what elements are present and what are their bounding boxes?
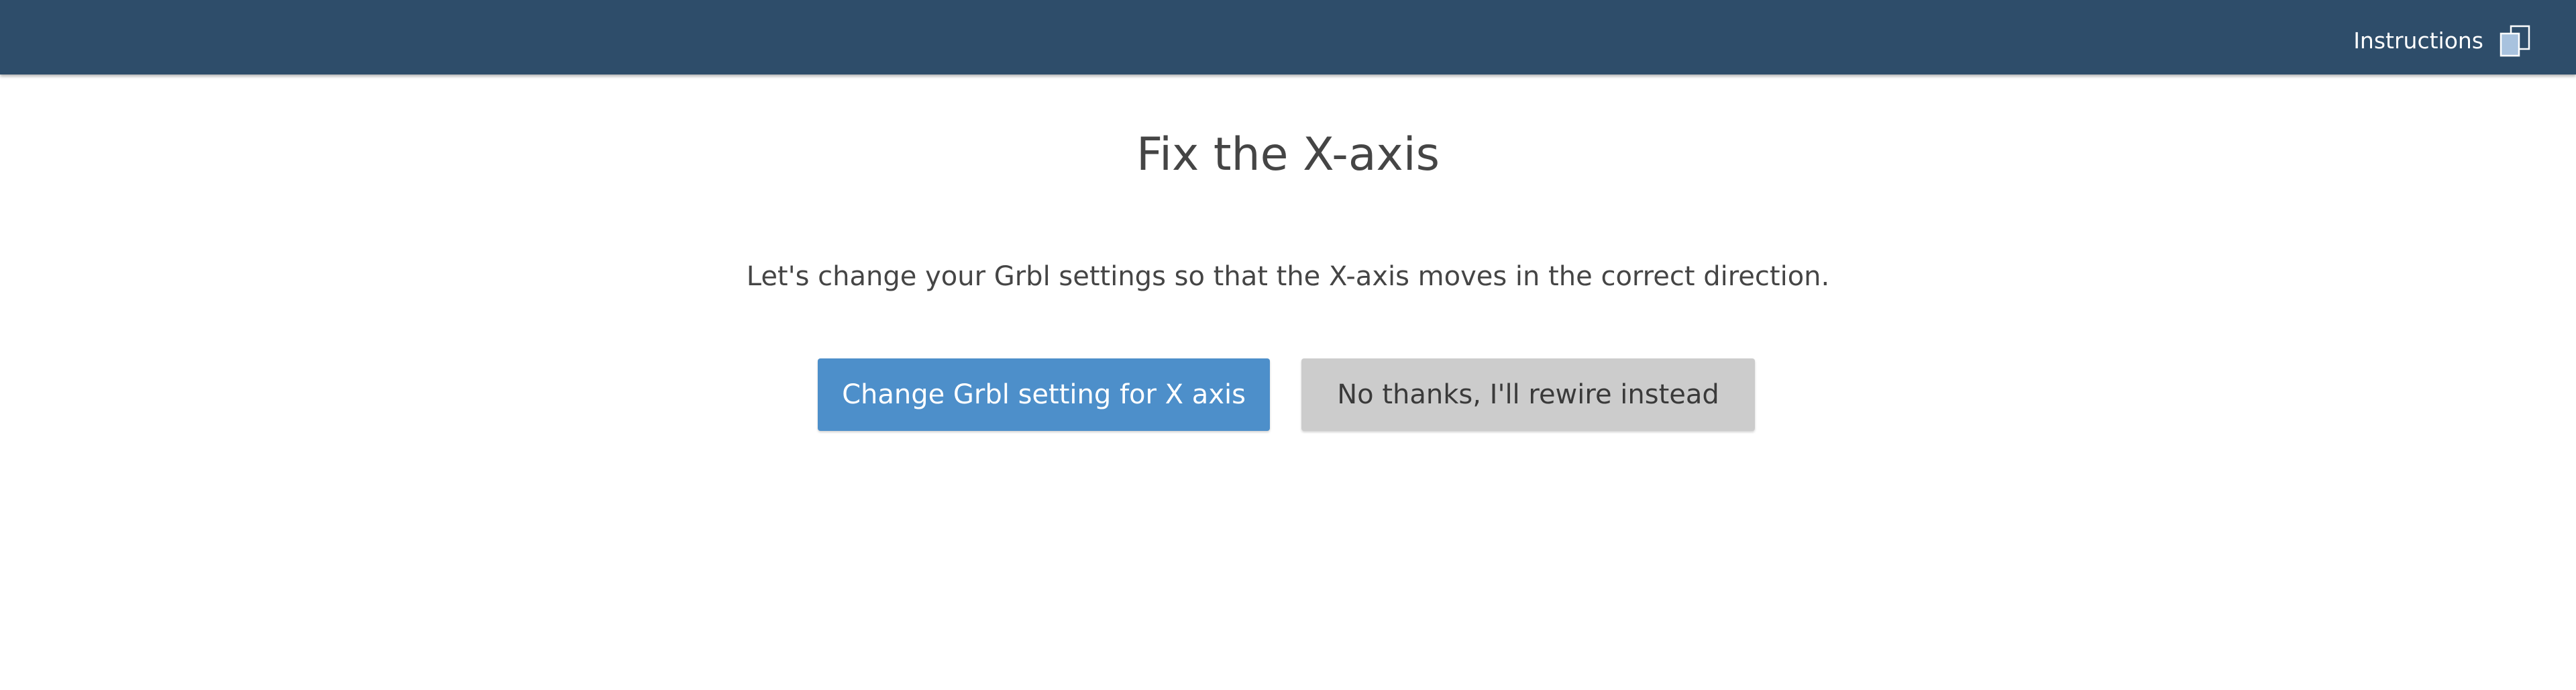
page-title: Fix the X-axis [1136, 128, 1440, 181]
rewire-instead-button[interactable]: No thanks, I'll rewire instead [1301, 358, 1755, 431]
page-description: Let's change your Grbl settings so that … [746, 261, 1830, 292]
instructions-label: Instructions [2353, 28, 2483, 54]
top-bar: Instructions [0, 0, 2576, 75]
instructions-button[interactable]: Instructions [2353, 24, 2532, 58]
copy-icon [2500, 25, 2530, 57]
change-grbl-setting-button[interactable]: Change Grbl setting for X axis [818, 358, 1270, 431]
